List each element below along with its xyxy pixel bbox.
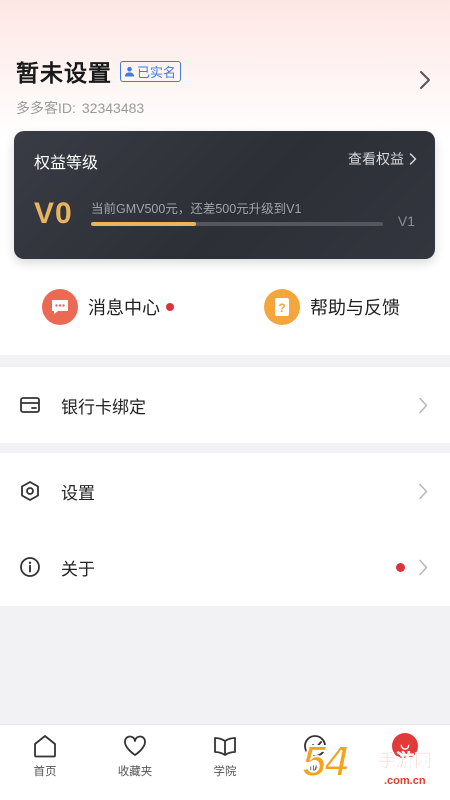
chevron-right-icon [419, 397, 428, 413]
user-id-value: 32343483 [81, 100, 145, 116]
tab-home-label: 首页 [33, 766, 57, 778]
bank-card-icon [20, 397, 40, 413]
watermark-number: 54 [301, 736, 350, 787]
menu-item-settings[interactable]: 设置 [0, 453, 450, 529]
menu-label-about: 关于 [61, 559, 95, 579]
tab-school[interactable]: 学院 [190, 733, 260, 793]
home-icon [34, 735, 56, 758]
chevron-right-icon [409, 153, 417, 165]
verified-label: 已实名 [137, 64, 177, 80]
menu-label-settings: 设置 [61, 483, 95, 503]
profile-page: 暂未设置 已实名 多多客ID: 32343483 权益等级 查看权益 V0 当前G… [0, 0, 450, 800]
username: 暂未设置 [16, 60, 112, 86]
watermark-url: .com.cn [384, 775, 426, 787]
help-feedback-label: 帮助与反馈 [310, 298, 400, 318]
level-progress-bar [91, 222, 383, 226]
message-center-button[interactable]: 消息中心 [42, 287, 174, 327]
user-id-label: 多多客ID: [16, 100, 76, 116]
tab-home[interactable]: 首页 [10, 733, 80, 793]
chevron-right-icon [419, 559, 428, 575]
help-icon: ? [264, 289, 300, 325]
settings-section: 设置 关于 [0, 453, 450, 606]
profile-header: 暂未设置 已实名 多多客ID: 32343483 权益等级 查看权益 V0 当前G… [0, 0, 450, 355]
menu-item-bank-card[interactable]: 银行卡绑定 [0, 367, 450, 443]
tab-favorites[interactable]: 收藏夹 [100, 733, 170, 793]
level-progress-text: 当前GMV500元，还差500元升级到V1 [91, 202, 302, 216]
person-icon [124, 66, 135, 77]
level-card-title: 权益等级 [34, 155, 99, 172]
user-id: 多多客ID: 32343483 [16, 98, 436, 118]
heart-icon [124, 735, 146, 756]
hexagon-settings-icon [21, 481, 39, 501]
view-benefits-link[interactable]: 查看权益 [348, 149, 417, 169]
view-benefits-label: 查看权益 [348, 151, 404, 167]
profile-block[interactable]: 暂未设置 已实名 多多客ID: 32343483 [16, 54, 436, 116]
level-card: 权益等级 查看权益 V0 当前GMV500元，还差500元升级到V1 V1 [14, 131, 435, 259]
menu-label-bank-card: 银行卡绑定 [61, 397, 146, 417]
current-level: V0 [34, 197, 73, 230]
book-icon [214, 737, 236, 756]
site-watermark: 54 手游网 .com.cn [290, 735, 450, 800]
chevron-right-icon [419, 483, 428, 499]
update-dot [396, 562, 405, 572]
level-progress-fill [91, 222, 197, 226]
chevron-right-icon[interactable] [418, 70, 432, 90]
help-feedback-button[interactable]: ? 帮助与反馈 [264, 287, 400, 327]
message-center-label: 消息中心 [88, 298, 160, 318]
tab-school-label: 学院 [213, 766, 237, 778]
watermark-title: 手游网 [378, 751, 433, 772]
info-icon [20, 557, 40, 577]
unread-dot [166, 303, 174, 311]
message-icon [42, 289, 78, 325]
tab-favorites-label: 收藏夹 [117, 766, 153, 778]
menu-item-about[interactable]: 关于 [0, 529, 450, 605]
bank-section: 银行卡绑定 [0, 367, 450, 443]
next-level: V1 [397, 213, 415, 229]
svg-text:?: ? [278, 301, 285, 315]
verified-badge: 已实名 [120, 60, 182, 82]
